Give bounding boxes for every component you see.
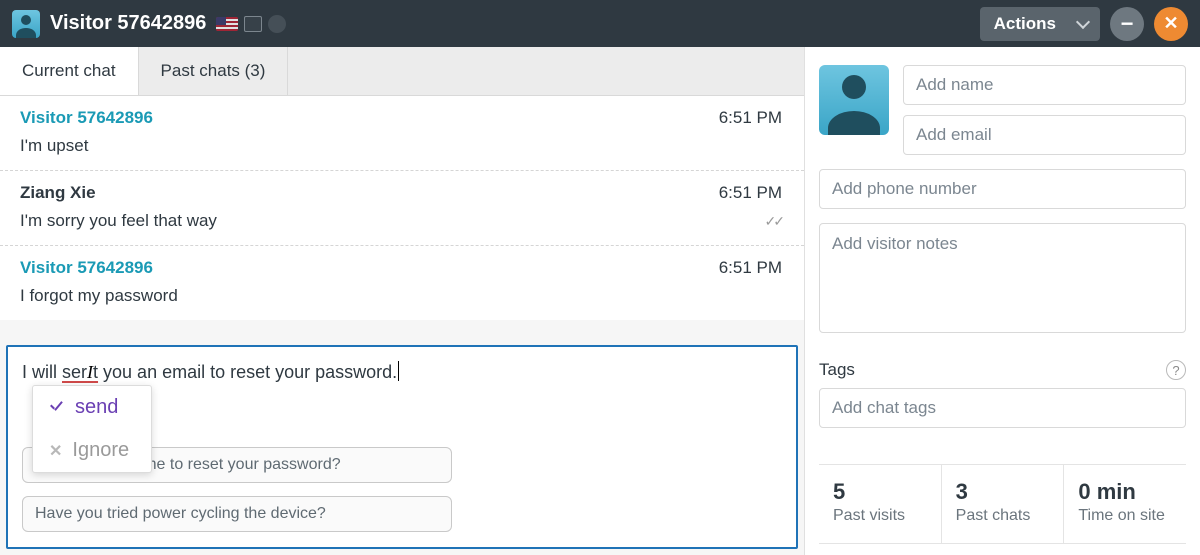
close-icon: ✕	[1163, 13, 1178, 34]
suggested-reply[interactable]: Have you tried power cycling the device?	[22, 496, 452, 532]
message-sender: Visitor 57642896	[20, 108, 784, 128]
check-icon	[49, 400, 65, 416]
message-list: Visitor 57642896 6:51 PM I'm upset Ziang…	[0, 96, 804, 320]
message-text: I forgot my password	[20, 286, 784, 306]
email-field[interactable]	[903, 115, 1186, 155]
message-sender: Visitor 57642896	[20, 258, 784, 278]
status-dot-icon	[268, 15, 286, 33]
spellcheck-menu: send ✕ Ignore	[32, 385, 152, 473]
message-text: I'm upset	[20, 136, 784, 156]
stat-time-on-site: 0 min Time on site	[1064, 465, 1186, 543]
actions-dropdown[interactable]: Actions	[980, 7, 1100, 41]
spellcheck-ignore-label: Ignore	[72, 439, 129, 462]
stat-label: Time on site	[1078, 507, 1172, 525]
stat-past-chats: 3 Past chats	[942, 465, 1065, 543]
tags-field[interactable]	[819, 388, 1186, 428]
message: Visitor 57642896 6:51 PM I forgot my pas…	[0, 246, 804, 320]
message-text: I'm sorry you feel that way	[20, 211, 784, 231]
stat-label: Past chats	[956, 507, 1050, 525]
tab-past-chats[interactable]: Past chats (3)	[139, 47, 289, 95]
chat-tabs: Current chat Past chats (3)	[0, 47, 804, 96]
stat-past-visits: 5 Past visits	[819, 465, 942, 543]
visitor-stats: 5 Past visits 3 Past chats 0 min Time on…	[819, 464, 1186, 544]
message-time: 6:51 PM	[719, 258, 782, 278]
minimize-button[interactable]: −	[1110, 7, 1144, 41]
phone-field[interactable]	[819, 169, 1186, 209]
visitor-notes-field[interactable]	[819, 223, 1186, 333]
actions-label: Actions	[994, 14, 1056, 34]
name-field[interactable]	[903, 65, 1186, 105]
message-time: 6:51 PM	[719, 183, 782, 203]
visitor-title: Visitor 57642896	[50, 12, 206, 35]
x-icon: ✕	[49, 441, 62, 461]
stat-label: Past visits	[833, 507, 927, 525]
stat-value: 0 min	[1078, 479, 1172, 505]
flag-us-icon	[216, 17, 238, 31]
message-time: 6:51 PM	[719, 108, 782, 128]
stat-value: 3	[956, 479, 1050, 505]
help-icon[interactable]: ?	[1166, 360, 1186, 380]
visitor-sidebar: Tags ? 5 Past visits 3 Past chats 0 min …	[805, 47, 1200, 555]
visitor-meta-icons	[216, 15, 286, 33]
stat-value: 5	[833, 479, 927, 505]
window-header: Visitor 57642896 Actions − ✕	[0, 0, 1200, 47]
tab-current-chat[interactable]: Current chat	[0, 47, 139, 95]
compose-box[interactable]: I will serIt you an email to reset your …	[6, 345, 798, 549]
message: Visitor 57642896 6:51 PM I'm upset	[0, 96, 804, 171]
spellcheck-option-ignore[interactable]: ✕ Ignore	[33, 429, 151, 472]
visitor-avatar-small	[12, 10, 40, 38]
chat-panel: Current chat Past chats (3) Visitor 5764…	[0, 47, 805, 555]
read-receipt-icon: ✓✓	[765, 213, 782, 230]
visitor-avatar-large	[819, 65, 889, 135]
device-monitor-icon	[244, 16, 262, 32]
compose-text: I will serIt you an email to reset your …	[22, 361, 782, 383]
spellcheck-option-send[interactable]: send	[33, 386, 151, 429]
minimize-icon: −	[1121, 11, 1134, 37]
chevron-down-icon	[1076, 14, 1090, 28]
close-button[interactable]: ✕	[1154, 7, 1188, 41]
message: Ziang Xie 6:51 PM I'm sorry you feel tha…	[0, 171, 804, 246]
message-sender: Ziang Xie	[20, 183, 784, 203]
spellcheck-send-label: send	[75, 396, 118, 419]
text-caret	[398, 361, 399, 381]
tags-label: Tags	[819, 360, 855, 380]
